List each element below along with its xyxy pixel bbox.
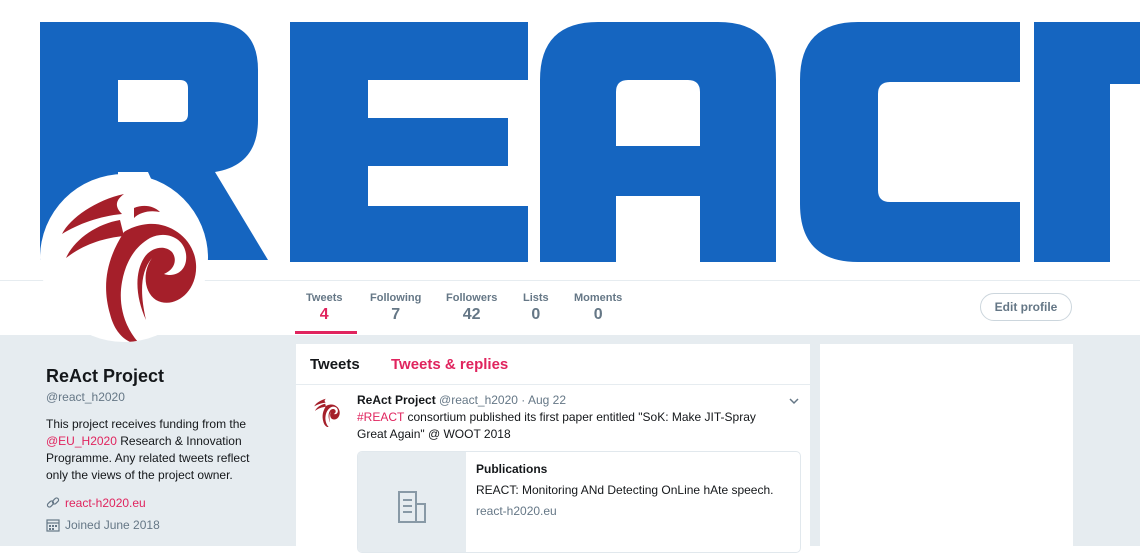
nav-lists-count: 0 bbox=[531, 306, 541, 323]
tab-tweets[interactable]: Tweets bbox=[310, 356, 360, 373]
profile-name[interactable]: ReAct Project bbox=[46, 366, 276, 387]
edit-profile-button[interactable]: Edit profile bbox=[980, 293, 1072, 321]
tweet-text: #REACT consortium published its first pa… bbox=[357, 409, 777, 443]
timeline: Tweets Tweets & replies ReAct Project @r… bbox=[296, 344, 810, 553]
nav-tweets-count: 4 bbox=[319, 306, 329, 323]
card-thumbnail bbox=[358, 452, 466, 552]
nav-followers-count: 42 bbox=[462, 306, 481, 323]
tweet-header: ReAct Project @react_h2020 · Aug 22 bbox=[357, 393, 566, 407]
tweet-date[interactable]: · Aug 22 bbox=[521, 393, 566, 407]
profile-avatar[interactable] bbox=[40, 174, 208, 342]
phoenix-logo-icon bbox=[62, 194, 197, 342]
link-icon bbox=[46, 497, 60, 508]
tab-tweets-replies[interactable]: Tweets & replies bbox=[391, 356, 508, 373]
tweet-handle[interactable]: @react_h2020 bbox=[439, 393, 518, 407]
calendar-icon bbox=[46, 519, 60, 532]
timeline-tabs: Tweets Tweets & replies bbox=[296, 344, 810, 385]
profile-card: ReAct Project @react_h2020 This project … bbox=[46, 366, 276, 532]
nav-followers-label: Followers bbox=[446, 292, 498, 304]
tweet-body: consortium published its first paper ent… bbox=[357, 410, 756, 441]
document-icon bbox=[398, 491, 426, 523]
right-sidebar-panel bbox=[820, 344, 1073, 546]
tweet-avatar-icon[interactable] bbox=[310, 395, 342, 427]
tweet-hashtag[interactable]: #REACT bbox=[357, 410, 404, 424]
nav-moments[interactable]: Moments 0 bbox=[574, 292, 622, 324]
tweet-author[interactable]: ReAct Project bbox=[357, 393, 436, 407]
nav-moments-count: 0 bbox=[593, 306, 603, 323]
profile-bio: This project receives funding from the @… bbox=[46, 416, 266, 484]
nav-following[interactable]: Following 7 bbox=[370, 292, 421, 324]
nav-followers[interactable]: Followers 42 bbox=[446, 292, 497, 324]
nav-following-label: Following bbox=[370, 292, 422, 304]
nav-following-count: 7 bbox=[391, 306, 401, 323]
profile-website[interactable]: react-h2020.eu bbox=[46, 496, 276, 510]
profile-handle[interactable]: @react_h2020 bbox=[46, 390, 276, 404]
bio-mention-link[interactable]: @EU_H2020 bbox=[46, 434, 117, 448]
link-preview-card[interactable]: Publications REACT: Monitoring ANd Detec… bbox=[357, 451, 801, 553]
card-domain: react-h2020.eu bbox=[476, 504, 557, 518]
card-title: Publications bbox=[476, 462, 548, 476]
bio-text-part1: This project receives funding from the bbox=[46, 417, 247, 431]
chevron-down-icon[interactable] bbox=[787, 394, 801, 408]
nav-moments-label: Moments bbox=[574, 292, 623, 304]
profile-website-text[interactable]: react-h2020.eu bbox=[65, 496, 146, 510]
nav-lists[interactable]: Lists 0 bbox=[523, 292, 549, 324]
nav-lists-label: Lists bbox=[523, 292, 549, 304]
profile-joined-text: Joined June 2018 bbox=[65, 518, 160, 532]
profile-joined: Joined June 2018 bbox=[46, 518, 276, 532]
nav-tweets-label: Tweets bbox=[306, 292, 343, 304]
tweet-item[interactable]: ReAct Project @react_h2020 · Aug 22 #REA… bbox=[296, 385, 810, 553]
nav-tweets[interactable]: Tweets 4 bbox=[306, 292, 342, 324]
active-tab-indicator bbox=[295, 331, 357, 334]
card-description: REACT: Monitoring ANd Detecting OnLine h… bbox=[476, 483, 774, 497]
